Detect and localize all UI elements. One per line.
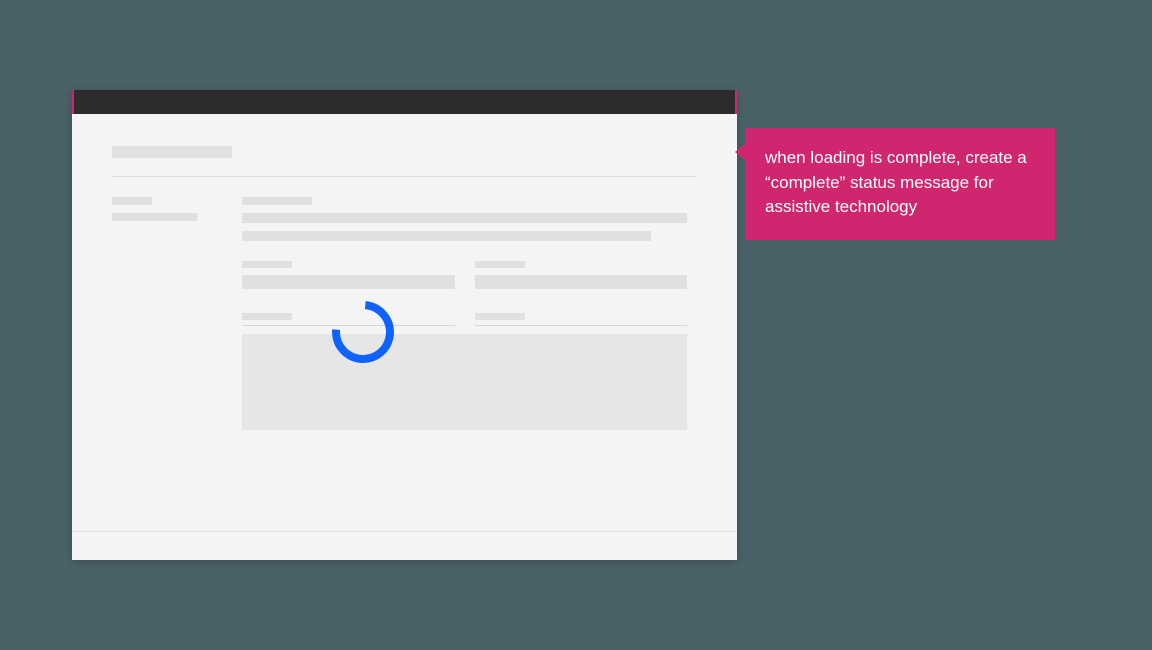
divider: [475, 325, 688, 326]
paragraph-skeleton: [242, 197, 687, 241]
field-row-skeleton: [242, 261, 687, 289]
panel-header-skeleton: [242, 313, 687, 326]
annotation-callout: when loading is complete, create a “comp…: [745, 128, 1055, 240]
skeleton-bar: [112, 197, 152, 205]
field-skeleton: [475, 261, 688, 289]
footer-divider: [72, 531, 737, 532]
skeleton-bar: [112, 213, 197, 221]
skeleton-bar: [242, 197, 312, 205]
skeleton-bar: [242, 261, 292, 268]
window-body: [72, 114, 737, 454]
callout-text: when loading is complete, create a “comp…: [765, 148, 1027, 216]
skeleton-bar: [475, 275, 688, 289]
skeleton-bar: [112, 146, 232, 158]
field-skeleton: [242, 261, 455, 289]
app-window-mockup: [72, 90, 737, 560]
loading-spinner: [332, 301, 402, 371]
skeleton-bar: [242, 275, 455, 289]
panel-body-skeleton: [242, 334, 687, 430]
content-columns: [112, 197, 697, 430]
skeleton-bar: [242, 231, 651, 241]
skeleton-bar: [475, 261, 525, 268]
main-content-skeleton: [242, 197, 697, 430]
skeleton-bar: [242, 313, 292, 320]
panel-skeleton: [242, 313, 687, 430]
page-heading-skeleton: [112, 146, 697, 177]
skeleton-bar: [475, 313, 525, 320]
sidebar-skeleton: [112, 197, 202, 430]
window-titlebar: [72, 90, 737, 114]
skeleton-bar: [242, 213, 687, 223]
divider: [112, 176, 697, 177]
spinner-icon: [319, 288, 406, 375]
